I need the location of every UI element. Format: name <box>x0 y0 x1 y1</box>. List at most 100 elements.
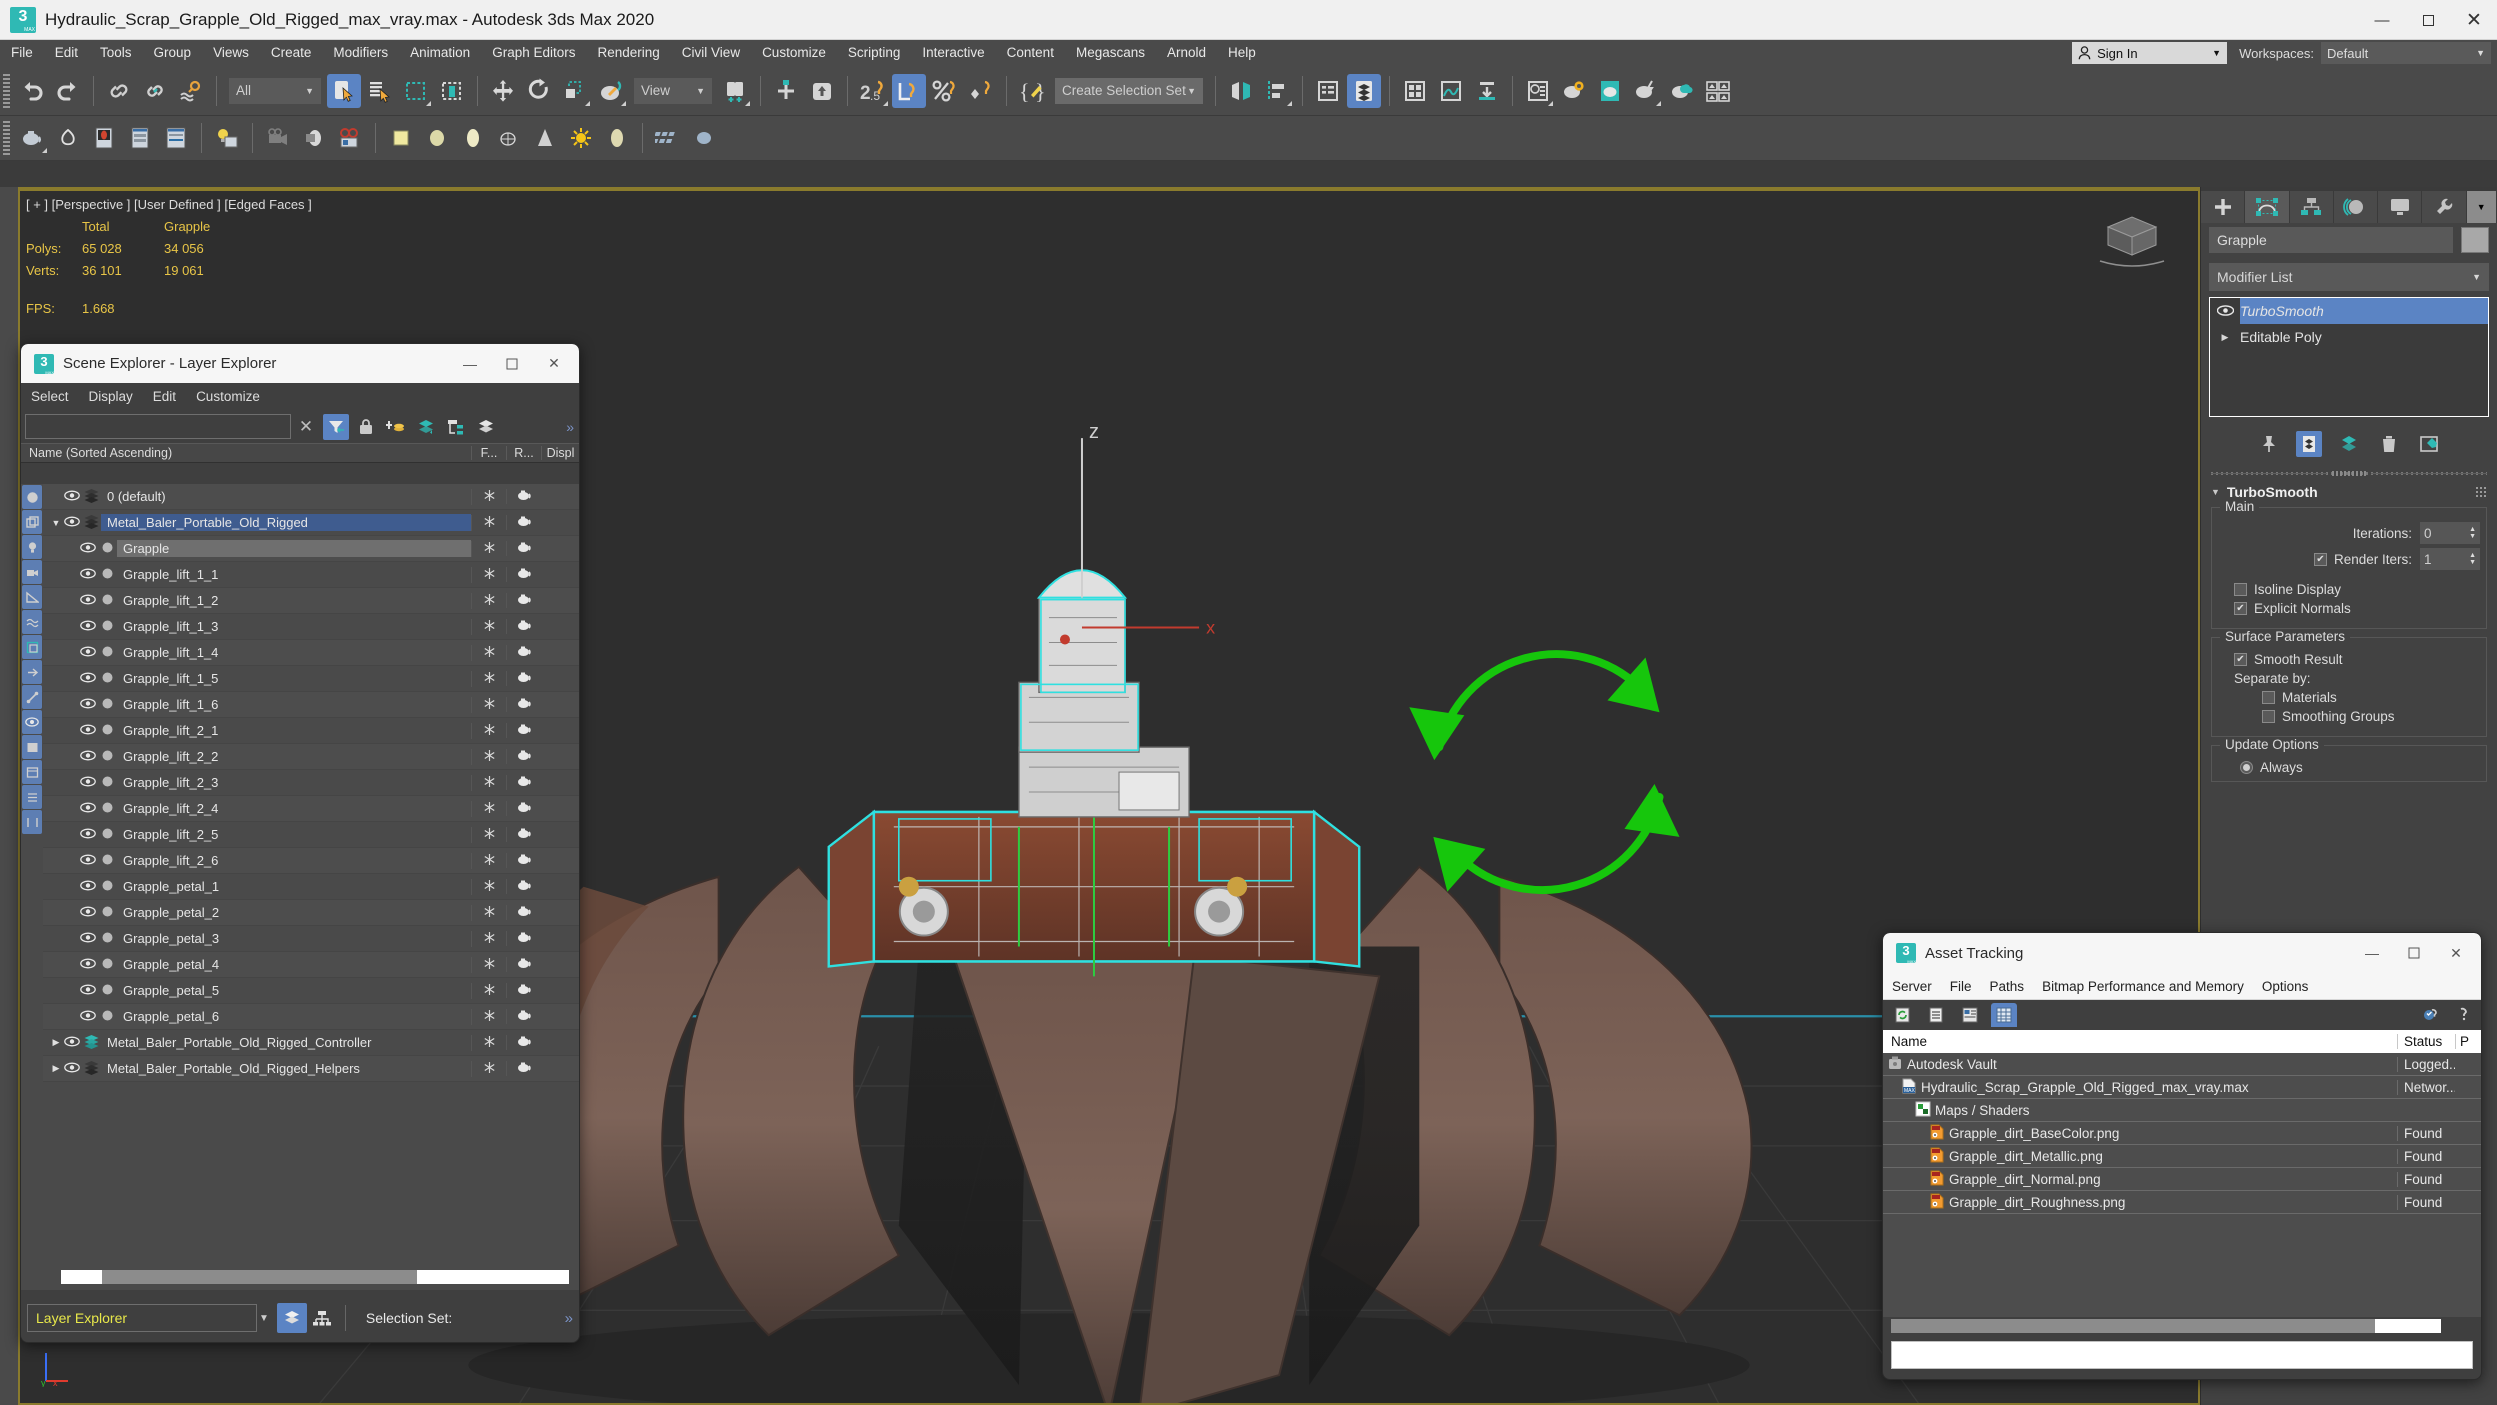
light-lister-icon[interactable] <box>210 121 244 155</box>
at-menu-paths[interactable]: Paths <box>1981 979 2034 994</box>
scene-explorer-row[interactable]: ▶ Metal_Baler_Portable_Old_Rigged_Helpers <box>43 1056 579 1082</box>
list-view-icon[interactable] <box>1923 1003 1949 1027</box>
ellipsoid-primitive-icon[interactable] <box>600 121 634 155</box>
freeform-shape-icon[interactable] <box>51 121 85 155</box>
filter-lights-icon[interactable] <box>22 535 42 559</box>
freeze-icon[interactable] <box>471 904 506 921</box>
freeze-icon[interactable] <box>471 566 506 583</box>
scene-explorer-row[interactable]: Grapple_lift_1_5 <box>43 666 579 692</box>
menu-item-modifiers[interactable]: Modifiers <box>322 40 399 66</box>
visibility-eye-icon[interactable] <box>79 931 97 946</box>
scene-explorer-row[interactable]: Grapple_lift_1_6 <box>43 692 579 718</box>
filter-selection-sets-icon[interactable] <box>22 810 42 834</box>
column-render[interactable]: R... <box>506 446 541 460</box>
render-production-button[interactable] <box>1557 74 1591 108</box>
materials-checkbox[interactable] <box>2262 691 2275 704</box>
renderable-teapot-icon[interactable] <box>506 1009 541 1024</box>
help-icon[interactable] <box>2456 1004 2473 1026</box>
renderable-teapot-icon[interactable] <box>506 749 541 764</box>
refresh-icon[interactable] <box>1889 1003 1915 1027</box>
close-button[interactable]: ✕ <box>533 344 575 383</box>
video-camera-icon[interactable] <box>333 121 367 155</box>
toggle-layer-explorer-button[interactable] <box>1347 73 1381 108</box>
renderable-teapot-icon[interactable] <box>506 905 541 920</box>
scene-explorer-horizontal-scrollbar[interactable] <box>61 1270 569 1284</box>
visibility-eye-icon[interactable] <box>79 697 97 712</box>
minimize-button[interactable]: — <box>2351 933 2393 973</box>
pin-stack-icon[interactable] <box>2256 431 2282 457</box>
freeze-icon[interactable] <box>471 930 506 947</box>
menu-item-views[interactable]: Views <box>202 40 260 66</box>
renderable-teapot-icon[interactable] <box>506 1035 541 1050</box>
asset-tracking-title-bar[interactable]: 3 Asset Tracking — ✕ <box>1883 933 2481 973</box>
visibility-eye-icon[interactable] <box>79 541 97 556</box>
scene-explorer-list[interactable]: 0 (default) ▼ Metal_Baler_Portable_Old_Rig… <box>43 484 579 1290</box>
freeze-icon[interactable] <box>471 722 506 739</box>
freeze-icon[interactable] <box>471 696 506 713</box>
freeze-icon[interactable] <box>471 982 506 999</box>
freeze-icon[interactable] <box>471 852 506 869</box>
minimize-button[interactable]: — <box>2359 0 2405 40</box>
render-setup-icon[interactable] <box>123 121 157 155</box>
menu-item-arnold[interactable]: Arnold <box>1156 40 1217 66</box>
omni-light-icon[interactable] <box>564 121 598 155</box>
scene-explorer-title-bar[interactable]: 3 Scene Explorer - Layer Explorer — ✕ <box>21 344 579 383</box>
scene-explorer-row[interactable]: Grapple_lift_1_1 <box>43 562 579 588</box>
menu-item-scripting[interactable]: Scripting <box>837 40 912 66</box>
scene-explorer-row[interactable]: 0 (default) <box>43 484 579 510</box>
renderable-teapot-icon[interactable] <box>506 541 541 556</box>
scene-explorer-row[interactable]: Grapple_lift_2_1 <box>43 718 579 744</box>
visibility-eye-icon[interactable] <box>63 489 81 504</box>
curve-editor-button[interactable] <box>1434 74 1468 108</box>
teapot-primitive-icon[interactable] <box>15 121 49 155</box>
renderable-teapot-icon[interactable] <box>506 853 541 868</box>
render-iters-checkbox[interactable]: ✔ <box>2313 552 2327 566</box>
isoline-display-checkbox[interactable] <box>2234 583 2247 596</box>
filter-space-warps-icon[interactable] <box>22 610 42 634</box>
material-editor-icon[interactable] <box>87 121 121 155</box>
scene-explorer-row[interactable]: Grapple_lift_1_3 <box>43 614 579 640</box>
menu-item-megascans[interactable]: Megascans <box>1065 40 1156 66</box>
freeze-icon[interactable] <box>471 488 506 505</box>
maximize-button[interactable] <box>491 344 533 383</box>
scene-explorer-row[interactable]: Grapple_lift_2_4 <box>43 796 579 822</box>
view-cube[interactable] <box>2094 209 2170 271</box>
scene-explorer-row[interactable]: Grapple <box>43 536 579 562</box>
render-to-texture-button[interactable] <box>1470 74 1504 108</box>
filter-layers-icon[interactable] <box>22 760 42 784</box>
iterations-spinner[interactable]: 0 ▲ ▼ <box>2420 522 2480 544</box>
se-menu-select[interactable]: Select <box>21 389 79 404</box>
column-frozen[interactable]: F... <box>471 446 506 460</box>
freeze-icon[interactable] <box>471 748 506 765</box>
freeze-icon[interactable] <box>471 592 506 609</box>
select-and-place-button[interactable] <box>594 74 628 108</box>
freeze-icon[interactable] <box>471 514 506 531</box>
scene-explorer-row[interactable]: Grapple_lift_2_6 <box>43 848 579 874</box>
menu-item-interactive[interactable]: Interactive <box>911 40 995 66</box>
grid-view-icon[interactable] <box>1991 1003 2017 1027</box>
select-and-scale-button[interactable] <box>558 74 592 108</box>
at-menu-file[interactable]: File <box>1941 979 1981 994</box>
asset-tracking-list[interactable]: Autodesk Vault Logged... MAX Hydraulic_Scra… <box>1883 1053 2481 1238</box>
snapshot-icon[interactable] <box>687 121 721 155</box>
visibility-eye-icon[interactable] <box>63 1061 81 1076</box>
visibility-eye-icon[interactable] <box>79 645 97 660</box>
expand-arrow-icon[interactable]: ▶ <box>2210 332 2240 343</box>
expand-arrow-icon[interactable]: ▶ <box>49 1037 63 1048</box>
menu-item-create[interactable]: Create <box>260 40 323 66</box>
mirror-button[interactable] <box>1224 74 1258 108</box>
asset-tracking-row[interactable]: Grapple_dirt_Normal.png Found <box>1883 1168 2481 1191</box>
menu-item-customize[interactable]: Customize <box>751 40 837 66</box>
rendered-frame-window-button[interactable] <box>1593 74 1627 108</box>
menu-item-file[interactable]: File <box>0 40 44 66</box>
freeze-icon[interactable] <box>471 670 506 687</box>
object-name-field[interactable]: Grapple <box>2209 227 2453 253</box>
remove-modifier-icon[interactable] <box>2376 431 2402 457</box>
modifier-stack-item-turbosmooth[interactable]: TurboSmooth <box>2210 298 2488 324</box>
renderable-teapot-icon[interactable] <box>506 593 541 608</box>
asset-tracking-row[interactable]: Autodesk Vault Logged... <box>1883 1053 2481 1076</box>
spinner-arrows-icon[interactable]: ▲ ▼ <box>2469 552 2476 566</box>
asset-tracking-row[interactable]: Grapple_dirt_Roughness.png Found <box>1883 1191 2481 1214</box>
snaps-25-button[interactable]: 2.5 <box>856 74 890 108</box>
render-iters-spinner[interactable]: 1 ▲ ▼ <box>2420 548 2480 570</box>
